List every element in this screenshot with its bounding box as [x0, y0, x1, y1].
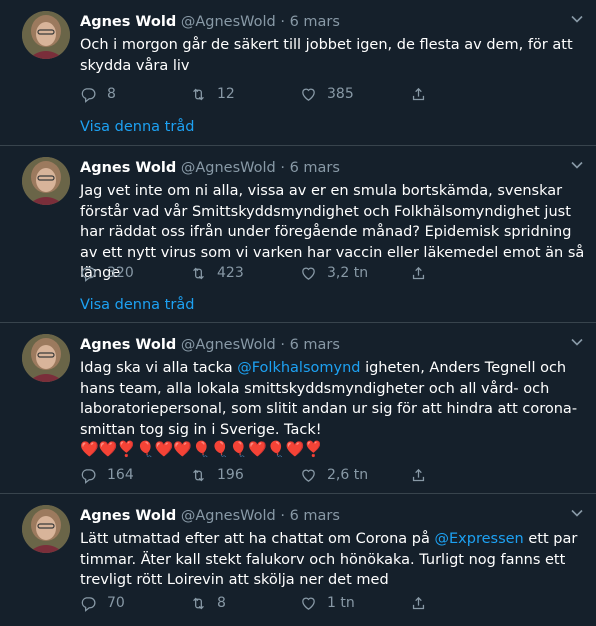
retweet-button[interactable]: 12 — [190, 86, 300, 103]
tweet-text-part: Lätt utmattad efter att ha chattat om Co… — [80, 531, 435, 547]
tweet[interactable]: Agnes Wold @AgnesWold · 6 mars Och i mor… — [0, 0, 596, 146]
reply-icon — [81, 266, 96, 282]
tweet-actions: 70 8 1 tn — [80, 593, 520, 613]
tweet[interactable]: Agnes Wold @AgnesWold · 6 mars Idag ska … — [0, 323, 596, 494]
tweet[interactable]: Agnes Wold @AgnesWold · 6 mars Lätt utma… — [0, 494, 596, 626]
author-handle[interactable]: @AgnesWold — [181, 160, 276, 176]
heart-icon — [302, 597, 315, 610]
retweet-button[interactable]: 8 — [190, 595, 300, 612]
like-count: 385 — [327, 86, 354, 102]
reply-icon — [81, 596, 96, 612]
tweet-date[interactable]: 6 mars — [290, 160, 340, 176]
reply-button[interactable]: 320 — [80, 265, 190, 282]
retweet-count: 196 — [217, 467, 244, 483]
share-button[interactable] — [410, 86, 520, 103]
retweet-count: 12 — [217, 86, 235, 102]
tweet-date[interactable]: 6 mars — [290, 14, 340, 30]
tweet[interactable]: Agnes Wold @AgnesWold · 6 mars Jag vet i… — [0, 146, 596, 323]
show-thread-link[interactable]: Visa denna tråd — [80, 297, 194, 313]
tweet-header: Agnes Wold @AgnesWold · 6 mars — [80, 507, 340, 525]
reply-count: 320 — [107, 265, 134, 281]
like-count: 2,6 tn — [327, 467, 369, 483]
retweet-icon — [193, 88, 204, 100]
reply-button[interactable]: 164 — [80, 467, 190, 484]
reply-count: 70 — [107, 595, 125, 611]
like-count: 3,2 tn — [327, 265, 369, 281]
reply-count: 164 — [107, 467, 134, 483]
tweet-date[interactable]: 6 mars — [290, 508, 340, 524]
avatar[interactable] — [22, 334, 70, 382]
share-button[interactable] — [410, 265, 520, 282]
tweet-actions: 8 12 385 — [80, 84, 520, 104]
author-handle[interactable]: @AgnesWold — [181, 508, 276, 524]
mention-link[interactable]: @Expressen — [435, 531, 524, 547]
tweet-header: Agnes Wold @AgnesWold · 6 mars — [80, 13, 340, 31]
chevron-down-icon[interactable] — [570, 335, 584, 349]
reply-count: 8 — [107, 86, 116, 102]
tweet-feed: Agnes Wold @AgnesWold · 6 mars Och i mor… — [0, 0, 596, 626]
retweet-button[interactable]: 196 — [190, 467, 300, 484]
tweet-text: Och i morgon går de säkert till jobbet i… — [80, 37, 573, 74]
chevron-down-icon[interactable] — [570, 12, 584, 26]
reply-button[interactable]: 70 — [80, 595, 190, 612]
chevron-down-icon[interactable] — [570, 506, 584, 520]
separator-dot: · — [280, 337, 285, 353]
author-handle[interactable]: @AgnesWold — [181, 337, 276, 353]
reply-icon — [81, 87, 96, 103]
heart-icon — [302, 88, 315, 101]
author-name[interactable]: Agnes Wold — [80, 160, 176, 176]
author-name[interactable]: Agnes Wold — [80, 508, 176, 524]
author-name[interactable]: Agnes Wold — [80, 337, 176, 353]
like-button[interactable]: 385 — [300, 86, 410, 103]
reply-button[interactable]: 8 — [80, 86, 190, 103]
share-button[interactable] — [410, 595, 520, 612]
avatar[interactable] — [22, 505, 70, 553]
retweet-count: 423 — [217, 265, 244, 281]
like-button[interactable]: 2,6 tn — [300, 467, 410, 484]
share-icon — [412, 468, 425, 481]
share-button[interactable] — [410, 467, 520, 484]
retweet-count: 8 — [217, 595, 226, 611]
avatar[interactable] — [22, 157, 70, 205]
tweet-text: Idag ska vi alla tacka @Folkhalsomynd ig… — [80, 358, 585, 440]
tweet-text-part: Idag ska vi alla tacka — [80, 360, 238, 376]
emoji-row: ❤️❤️❣️🎈❤️❤️🎈🎈🎈❤️🎈❤️❣️ — [80, 440, 323, 458]
tweet-header: Agnes Wold @AgnesWold · 6 mars — [80, 159, 340, 177]
heart-icon — [302, 469, 315, 482]
tweet-actions: 320 423 3,2 tn — [80, 263, 520, 283]
show-thread-link[interactable]: Visa denna tråd — [80, 119, 194, 135]
share-icon — [412, 87, 425, 100]
share-icon — [412, 596, 425, 609]
retweet-icon — [193, 469, 204, 481]
like-button[interactable]: 1 tn — [300, 595, 410, 612]
mention-link[interactable]: @Folkhalsomynd — [237, 360, 360, 376]
avatar[interactable] — [22, 11, 70, 59]
like-button[interactable]: 3,2 tn — [300, 265, 410, 282]
author-handle[interactable]: @AgnesWold — [181, 14, 276, 30]
retweet-icon — [193, 267, 204, 279]
tweet-text: Lätt utmattad efter att ha chattat om Co… — [80, 529, 585, 591]
separator-dot: · — [280, 14, 285, 30]
author-name[interactable]: Agnes Wold — [80, 14, 176, 30]
chevron-down-icon[interactable] — [570, 158, 584, 172]
separator-dot: · — [280, 160, 285, 176]
share-icon — [412, 266, 425, 279]
tweet-date[interactable]: 6 mars — [290, 337, 340, 353]
reply-icon — [81, 468, 96, 484]
retweet-icon — [193, 597, 204, 609]
tweet-header: Agnes Wold @AgnesWold · 6 mars — [80, 336, 340, 354]
heart-icon — [302, 267, 315, 280]
like-count: 1 tn — [327, 595, 355, 611]
tweet-actions: 164 196 2,6 tn — [80, 465, 520, 485]
separator-dot: · — [280, 508, 285, 524]
retweet-button[interactable]: 423 — [190, 265, 300, 282]
